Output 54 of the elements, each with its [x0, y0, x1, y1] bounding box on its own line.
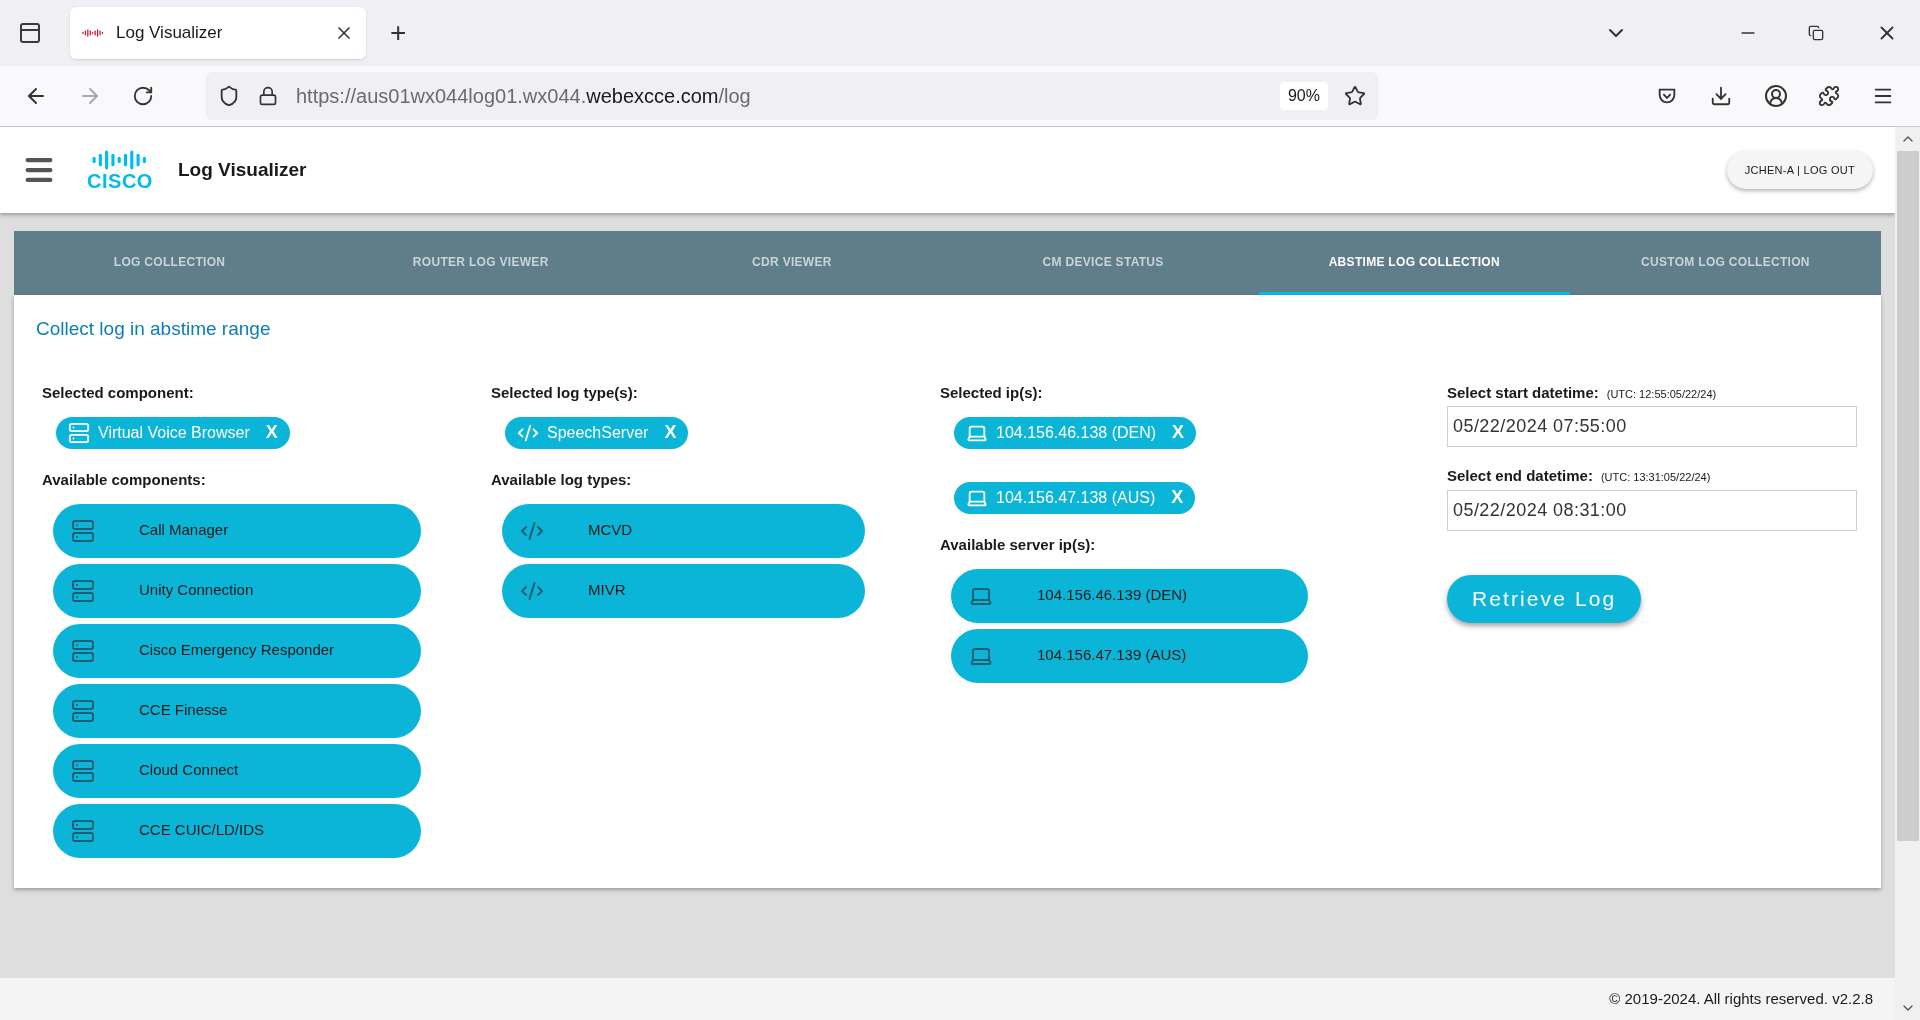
chip-label: SpeechServer	[547, 422, 649, 443]
extensions-icon[interactable]	[1818, 85, 1840, 107]
available-item-button[interactable]: Call Manager	[53, 503, 421, 558]
download-icon[interactable]	[1710, 85, 1732, 107]
section-label: Selected component:	[42, 382, 195, 403]
zoom-level[interactable]: 90%	[1279, 82, 1328, 110]
address-bar[interactable]: https://aus01wx044log01.wx044.webexcce.com/log 90%	[206, 72, 1378, 120]
available-item-button[interactable]: MIVR	[502, 563, 865, 618]
utc-note: (UTC: 13:31:05/22/24)	[1600, 470, 1711, 485]
datetime-field[interactable]: 05/22/2024 07:55:00	[1447, 406, 1857, 447]
url-text: https://aus01wx044log01.wx044.webexcce.com/log	[296, 84, 752, 109]
server-icon	[71, 638, 95, 663]
panel-heading: Collect log in abstime range	[36, 317, 272, 341]
lock-icon[interactable]	[258, 86, 278, 106]
server-icon	[71, 698, 95, 723]
tab-list-icon[interactable]	[18, 21, 42, 45]
browser-tab[interactable]: Log Visualizer	[70, 7, 366, 59]
datetime-field[interactable]: 05/22/2024 08:31:00	[1447, 489, 1857, 531]
restore-icon[interactable]	[1808, 25, 1824, 41]
datetime-label: Select end datetime:	[1447, 466, 1593, 486]
available-item-button[interactable]: 104.156.47.139 (AUS)	[951, 628, 1308, 683]
server-icon	[71, 518, 95, 543]
new-tab-button[interactable]: +	[390, 12, 407, 54]
logout-button[interactable]: JCHEN-A | LOG OUT	[1726, 151, 1873, 189]
account-icon[interactable]	[1764, 84, 1788, 108]
section-label: Selected log type(s):	[491, 382, 639, 403]
available-item-button[interactable]: Cisco Emergency Responder	[53, 623, 421, 678]
server-icon	[68, 421, 90, 444]
section-label: Selected ip(s):	[940, 382, 1044, 403]
scrollbar-thumb[interactable]	[1896, 151, 1919, 841]
section-label: Available log types:	[491, 469, 633, 490]
logo-text: CISCO	[87, 171, 153, 191]
server-icon	[71, 818, 95, 843]
bookmark-star-icon[interactable]	[1344, 85, 1366, 107]
reload-icon[interactable]	[132, 85, 154, 107]
shield-icon[interactable]	[218, 85, 240, 107]
server-icon	[71, 758, 95, 783]
utc-note: (UTC: 12:55:05/22/24)	[1606, 386, 1717, 402]
available-item-button[interactable]: CCE CUIC/LD/IDS	[53, 803, 421, 858]
section-label: Available components:	[42, 469, 207, 490]
app-title: Log Visualizer	[178, 157, 307, 182]
footer-text: © 2019-2024. All rights reserved. v2.2.8	[1609, 988, 1873, 1009]
cisco-bars-icon	[82, 28, 104, 38]
available-item-button[interactable]: Unity Connection	[53, 563, 421, 618]
chip-label: 104.156.47.138 (AUS)	[996, 487, 1156, 508]
chip-label: Virtual Voice Browser	[98, 422, 250, 443]
available-item-button[interactable]: CCE Finesse	[53, 683, 421, 738]
available-item-button[interactable]: Cloud Connect	[53, 743, 421, 798]
section-label: Available server ip(s):	[940, 534, 1097, 555]
datetime-label: Select start datetime:	[1447, 382, 1599, 403]
available-item-button[interactable]: MCVD	[502, 503, 865, 558]
available-item-button[interactable]: 104.156.46.139 (DEN)	[951, 568, 1308, 623]
server-icon	[71, 578, 95, 603]
chip-label: 104.156.46.138 (DEN)	[996, 422, 1157, 443]
